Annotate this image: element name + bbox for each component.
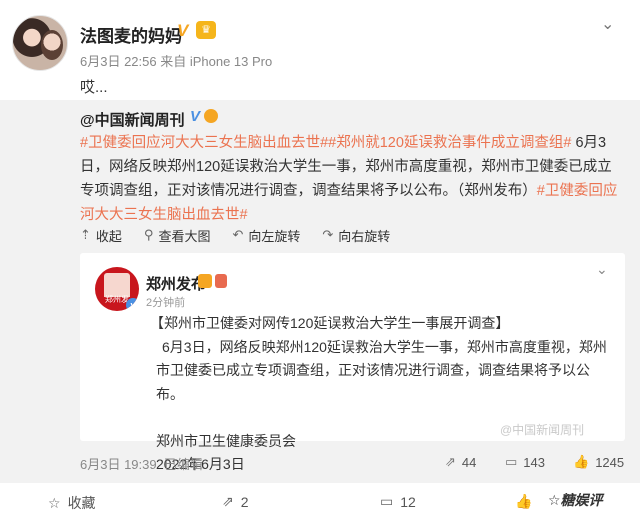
card-account-name: 郑州发布 (146, 276, 207, 293)
more-options-icon[interactable]: ⌄ (601, 14, 614, 34)
post-text: 哎... (80, 79, 108, 96)
chevron-down-icon: ⌄ (596, 261, 608, 277)
thumbs-up-icon: 👍 (515, 493, 533, 509)
view-large-button[interactable]: ⚲ 查看大图 (144, 225, 211, 245)
thumbs-up-icon: 👍 (573, 454, 590, 469)
repost-date: 6月3日 19:39 已编辑 (80, 457, 203, 472)
repost-block: @中国新闻周刊 V #卫健委回应河大大三女生脑出血去世##郑州就120延误救治事… (0, 100, 640, 483)
rotate-left-icon: ↶ (232, 227, 244, 242)
comment-icon: ▭ (380, 493, 394, 509)
magnify-icon: ⚲ (143, 227, 154, 242)
like-count-button[interactable]: 👍 1245 (573, 454, 624, 470)
share-icon: ⇗ (445, 454, 456, 469)
star-icon: ☆ (48, 494, 61, 511)
action-bar: ☆ 收藏 ⇗ 2 ▭ 12 👍 ☆糖娱评 (0, 483, 640, 517)
weibo-post: 法图麦的妈妈 V ♛ ⌄ 6月3日 22:56 来自 iPhone 13 Pro… (0, 0, 640, 100)
watermark-brand: ☆糖娱评 (548, 492, 603, 508)
comment-button[interactable]: ▭ 12 (380, 493, 416, 510)
post-username[interactable]: 法图麦的妈妈 (80, 22, 182, 47)
badge-icon (198, 274, 212, 288)
repost-body: #卫健委回应河大大三女生脑出血去世##郑州就120延误救治事件成立调查组# 6月… (80, 131, 625, 227)
repost-source[interactable]: @中国新闻周刊 (80, 109, 185, 130)
embedded-image-card[interactable]: 郑州发 v 郑州发布 2分钟前 ⌄ 【郑州市卫健委对网传120延误救治大学生一事… (80, 253, 625, 472)
repost-count-button[interactable]: ⇗ 44 (445, 454, 476, 470)
comment-icon: ▭ (505, 454, 518, 469)
card-paragraph: 6月3日，网络反映郑州120延误救治大学生一事，郑州市高度重视，郑州市卫健委已成… (156, 338, 607, 402)
card-time: 2分钟前 (146, 297, 186, 309)
share-button[interactable]: ⇗ 2 (222, 493, 249, 510)
card-title: 【郑州市卫健委对网传120延误救治大学生一事展开调查】 (150, 315, 510, 331)
share-icon: ⇗ (222, 493, 234, 509)
hashtag-link[interactable]: #卫健委回应河大大三女生脑出血去世# (80, 135, 328, 151)
badge-icon (215, 274, 227, 288)
rotate-right-button[interactable]: ↷ 向右旋转 (322, 225, 390, 245)
member-crown-icon: ♛ (196, 21, 216, 39)
verified-icon: V (190, 108, 201, 125)
like-button[interactable]: 👍 (515, 493, 539, 510)
rotate-left-button[interactable]: ↶ 向左旋转 (232, 225, 300, 245)
badge-icon (204, 109, 218, 123)
comment-count-button[interactable]: ▭ 143 (505, 454, 545, 470)
favorite-button[interactable]: ☆ 收藏 (48, 493, 96, 513)
watermark: @中国新闻周刊 (500, 423, 585, 437)
card-content: 【郑州市卫健委对网传120延误救治大学生一事展开调查】 6月3日，网络反映郑州1… (150, 312, 616, 477)
hashtag-link[interactable]: #郑州就120延误救治事件成立调查组# (328, 135, 571, 151)
verified-icon: v (126, 298, 139, 311)
repost-footer: 6月3日 19:39 已编辑 ⇗ 44 ▭ 143 👍 1245 (80, 454, 625, 474)
collapse-icon: ⇡ (80, 227, 91, 242)
image-toolbar: ⇡ 收起 ⚲ 查看大图 ↶ 向左旋转 ↷ 向右旋转 (80, 225, 412, 245)
zhengzhou-logo: 郑州发 v (95, 267, 139, 311)
collapse-button[interactable]: ⇡ 收起 (80, 225, 122, 245)
post-meta: 6月3日 22:56 来自 iPhone 13 Pro (80, 54, 273, 69)
user-avatar[interactable] (12, 15, 68, 71)
rotate-right-icon: ↷ (322, 227, 334, 242)
verified-icon: V (177, 21, 189, 40)
